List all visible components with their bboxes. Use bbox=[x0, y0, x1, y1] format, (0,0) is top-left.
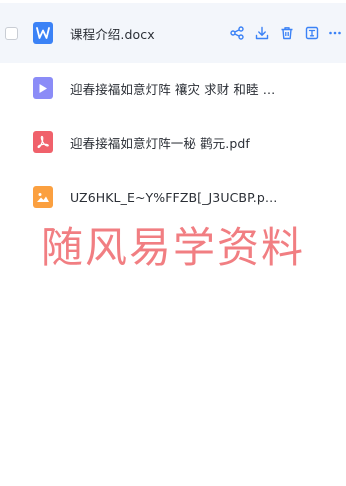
download-icon[interactable] bbox=[249, 23, 274, 43]
rename-icon[interactable] bbox=[299, 23, 324, 43]
share-icon[interactable] bbox=[224, 23, 249, 43]
file-row[interactable]: 课程介绍.docx bbox=[0, 3, 346, 63]
row-checkbox[interactable] bbox=[5, 26, 18, 40]
image-file-icon bbox=[33, 186, 53, 208]
file-name[interactable]: 迎春接福如意灯阵一秘 鹳元.pdf bbox=[70, 133, 250, 152]
word-file-icon bbox=[33, 22, 53, 44]
watermark-text: 随风易学资料 bbox=[41, 223, 306, 272]
video-file-icon bbox=[33, 77, 53, 99]
row-actions bbox=[224, 3, 346, 63]
file-name[interactable]: 课程介绍.docx bbox=[70, 24, 155, 43]
file-list: 课程介绍.docx 迎春接福如意灯阵 禳灾 求财 和睦 恩... 迎春接福如意灯… bbox=[0, 0, 346, 222]
delete-icon[interactable] bbox=[274, 23, 299, 43]
file-row[interactable]: 迎春接福如意灯阵 禳灾 求财 和睦 恩... bbox=[0, 63, 346, 113]
file-name[interactable]: UZ6HKL_E~Y%FFZB[_J3UCBP.png bbox=[70, 190, 280, 205]
pdf-file-icon bbox=[33, 131, 53, 153]
file-name[interactable]: 迎春接福如意灯阵 禳灾 求财 和睦 恩... bbox=[70, 79, 280, 98]
file-row[interactable]: 迎春接福如意灯阵一秘 鹳元.pdf bbox=[0, 117, 346, 167]
more-icon[interactable] bbox=[324, 23, 346, 43]
